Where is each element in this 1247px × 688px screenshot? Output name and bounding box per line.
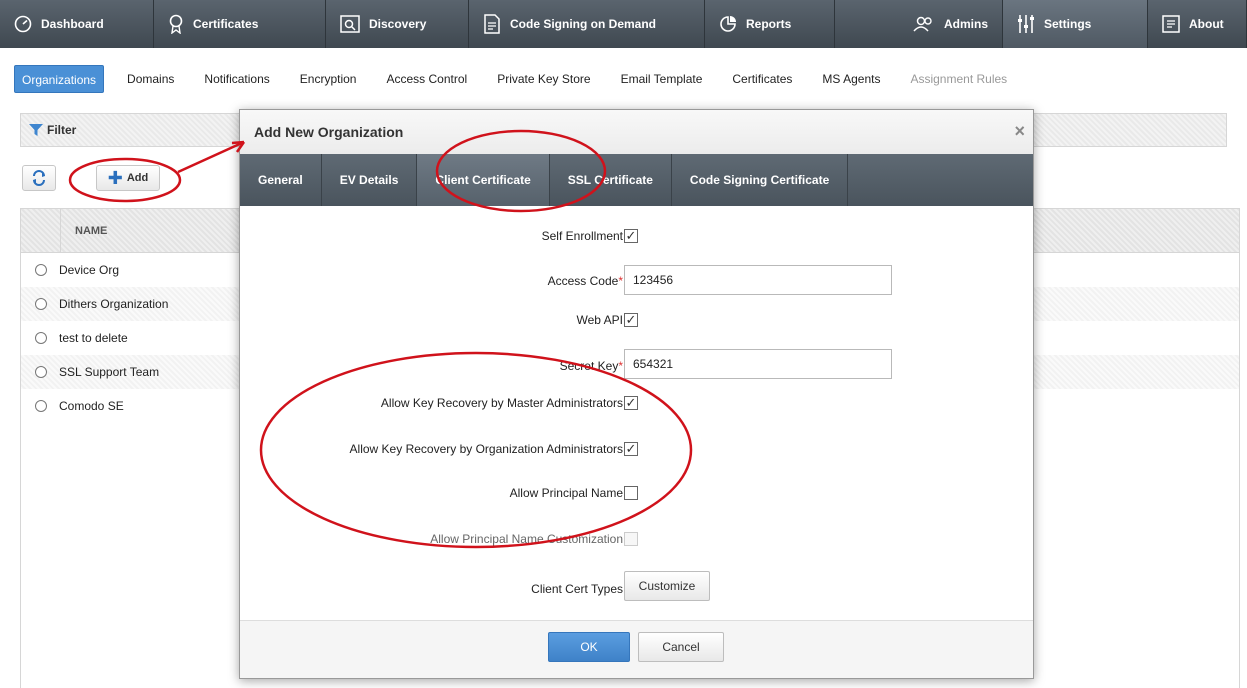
column-header-name[interactable]: NAME (61, 225, 107, 237)
row-radio[interactable] (35, 366, 47, 378)
nav-label: Discovery (369, 17, 427, 31)
nav-admins[interactable]: Admins (835, 0, 1003, 48)
nav-label: Dashboard (41, 17, 104, 31)
select-column-header (21, 208, 61, 253)
top-navigation: Dashboard Certificates Discovery Code Si… (0, 0, 1247, 48)
settings-subtabs: Organizations Domains Notifications Encr… (14, 64, 1030, 94)
row-name: Dithers Organization (59, 297, 169, 311)
about-icon (1162, 15, 1180, 33)
row-radio[interactable] (35, 264, 47, 276)
discovery-icon (340, 15, 360, 33)
subtab-encryption[interactable]: Encryption (293, 65, 364, 93)
cancel-button[interactable]: Cancel (638, 632, 724, 662)
dialog-title: Add New Organization (254, 124, 404, 140)
tab-client-certificate[interactable]: Client Certificate (417, 154, 550, 206)
secret-key-label: Secret Key* (560, 359, 623, 373)
subtab-organizations[interactable]: Organizations (14, 65, 105, 93)
tab-code-signing-certificate[interactable]: Code Signing Certificate (672, 154, 849, 206)
subtab-access-control[interactable]: Access Control (379, 65, 474, 93)
subtab-certificates[interactable]: Certificates (725, 65, 799, 93)
nav-code-signing[interactable]: Code Signing on Demand (469, 0, 705, 48)
add-organization-dialog: Add New Organization × General EV Detail… (239, 109, 1034, 679)
close-icon[interactable]: × (1014, 122, 1025, 140)
key-recovery-org-label: Allow Key Recovery by Organization Admin… (349, 442, 623, 456)
row-radio[interactable] (35, 400, 47, 412)
row-radio[interactable] (35, 332, 47, 344)
access-code-input[interactable] (624, 265, 892, 295)
nav-label: Code Signing on Demand (510, 17, 656, 31)
access-code-label: Access Code* (548, 274, 623, 288)
subtab-assignment-rules[interactable]: Assignment Rules (903, 65, 1014, 93)
reports-icon (719, 15, 737, 33)
dialog-footer: OK Cancel (240, 620, 1033, 678)
secret-key-input[interactable] (624, 349, 892, 379)
subtab-ms-agents[interactable]: MS Agents (815, 65, 887, 93)
dashboard-icon (14, 15, 32, 33)
nav-settings[interactable]: Settings (1003, 0, 1148, 48)
secret-key-label-text: Secret Key (559, 359, 619, 373)
client-cert-types-label: Client Cert Types (531, 582, 623, 596)
row-name: SSL Support Team (59, 365, 160, 379)
nav-about[interactable]: About (1148, 0, 1247, 48)
refresh-button[interactable] (22, 165, 56, 191)
subtab-email-template[interactable]: Email Template (614, 65, 710, 93)
subtab-notifications[interactable]: Notifications (197, 65, 276, 93)
key-recovery-org-checkbox[interactable]: ✓ (624, 442, 638, 456)
row-name: test to delete (59, 331, 128, 345)
code-signing-icon (483, 14, 501, 34)
web-api-checkbox[interactable]: ✓ (624, 313, 638, 327)
row-name: Device Org (59, 263, 120, 277)
filter-label: Filter (47, 123, 77, 137)
key-recovery-master-checkbox[interactable]: ✓ (624, 396, 638, 410)
plus-icon: ✚ (107, 168, 123, 188)
nav-certificates[interactable]: Certificates (154, 0, 326, 48)
nav-dashboard[interactable]: Dashboard (0, 0, 154, 48)
refresh-icon (33, 170, 45, 186)
nav-label: Reports (746, 17, 792, 31)
principal-name-checkbox[interactable] (624, 486, 638, 500)
access-code-label-text: Access Code (547, 274, 619, 288)
nav-discovery[interactable]: Discovery (326, 0, 469, 48)
add-button[interactable]: ✚ Add (96, 165, 160, 191)
self-enrollment-checkbox[interactable]: ✓ (624, 229, 638, 243)
settings-icon (1017, 14, 1035, 34)
required-marker: * (618, 359, 623, 373)
principal-name-customization-label: Allow Principal Name Customization (430, 532, 623, 546)
nav-label: About (1189, 17, 1224, 31)
row-radio[interactable] (35, 298, 47, 310)
principal-name-customization-checkbox (624, 532, 638, 546)
dialog-title-bar: Add New Organization × (240, 110, 1033, 154)
filter-icon (29, 124, 43, 136)
key-recovery-master-label: Allow Key Recovery by Master Administrat… (380, 396, 623, 410)
admins-icon (913, 15, 935, 33)
self-enrollment-label: Self Enrollment (541, 229, 623, 243)
row-name: Comodo SE (59, 399, 124, 413)
add-button-label: Add (126, 172, 149, 184)
tab-ssl-certificate[interactable]: SSL Certificate (550, 154, 672, 206)
principal-name-label: Allow Principal Name (509, 486, 623, 500)
dialog-tabs: General EV Details Client Certificate SS… (240, 154, 1033, 206)
ok-button[interactable]: OK (548, 632, 630, 662)
subtab-domains[interactable]: Domains (120, 65, 181, 93)
subtab-private-key-store[interactable]: Private Key Store (490, 65, 597, 93)
customize-button[interactable]: Customize (624, 571, 710, 601)
web-api-label: Web API (576, 313, 623, 327)
certificate-icon (168, 14, 184, 34)
required-marker: * (618, 274, 623, 288)
tab-general[interactable]: General (240, 154, 322, 206)
nav-label: Admins (943, 17, 988, 31)
nav-label: Settings (1044, 17, 1092, 31)
nav-reports[interactable]: Reports (705, 0, 835, 48)
tab-ev-details[interactable]: EV Details (322, 154, 418, 206)
nav-label: Certificates (193, 17, 259, 31)
